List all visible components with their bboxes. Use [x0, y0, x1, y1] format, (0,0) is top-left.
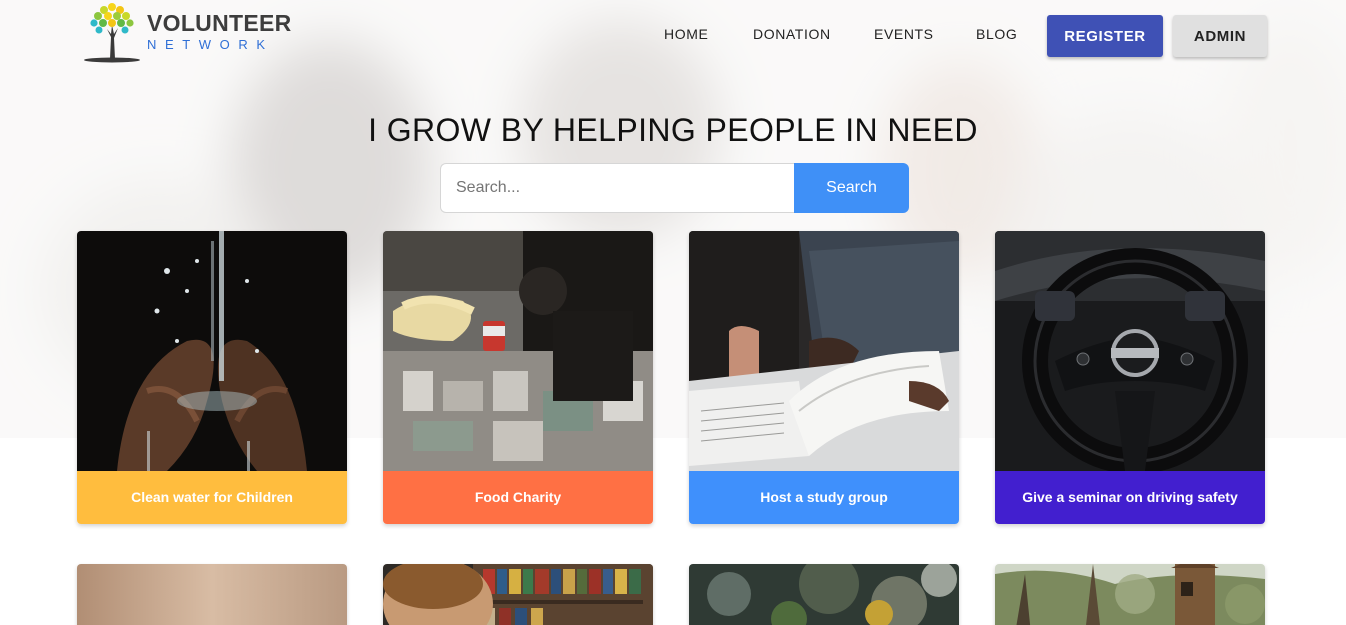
event-image-water-hands: [77, 231, 347, 471]
event-card-driving-safety[interactable]: Give a seminar on driving safety: [995, 231, 1265, 524]
event-card-row2-1[interactable]: [77, 564, 347, 625]
event-card-clean-water[interactable]: Clean water for Children: [77, 231, 347, 524]
event-image: [77, 564, 347, 625]
event-card-study-group[interactable]: Host a study group: [689, 231, 959, 524]
search-button[interactable]: Search: [794, 163, 909, 213]
nav-item-home[interactable]: HOME: [664, 26, 708, 42]
event-card-row2-4[interactable]: [995, 564, 1265, 625]
event-title: Give a seminar on driving safety: [995, 471, 1265, 524]
event-image-food-table: [383, 231, 653, 471]
event-card-row2-2[interactable]: [383, 564, 653, 625]
nav-item-donation[interactable]: DONATION: [753, 26, 831, 42]
event-image: [689, 564, 959, 625]
register-button[interactable]: REGISTER: [1047, 15, 1163, 57]
search-bar: Search: [440, 163, 909, 213]
hero-headline: I GROW BY HELPING PEOPLE IN NEED: [368, 112, 978, 148]
event-image-steering-wheel: [995, 231, 1265, 471]
event-image: [995, 564, 1265, 625]
nav-item-events[interactable]: EVENTS: [874, 26, 934, 42]
event-card-food-charity[interactable]: Food Charity: [383, 231, 653, 524]
brand-title: VOLUNTEER: [147, 10, 292, 36]
nav-item-blog[interactable]: BLOG: [976, 26, 1017, 42]
event-title: Host a study group: [689, 471, 959, 524]
event-title: Clean water for Children: [77, 471, 347, 524]
event-image: [383, 564, 653, 625]
tree-logo-icon: [84, 3, 140, 63]
event-card-row2-3[interactable]: [689, 564, 959, 625]
event-title: Food Charity: [383, 471, 653, 524]
brand-logo[interactable]: VOLUNTEER NETWORK: [84, 1, 294, 63]
event-image-study: [689, 231, 959, 471]
admin-button[interactable]: ADMIN: [1173, 15, 1267, 57]
brand-subtitle: NETWORK: [147, 37, 274, 52]
search-input[interactable]: [440, 163, 796, 213]
